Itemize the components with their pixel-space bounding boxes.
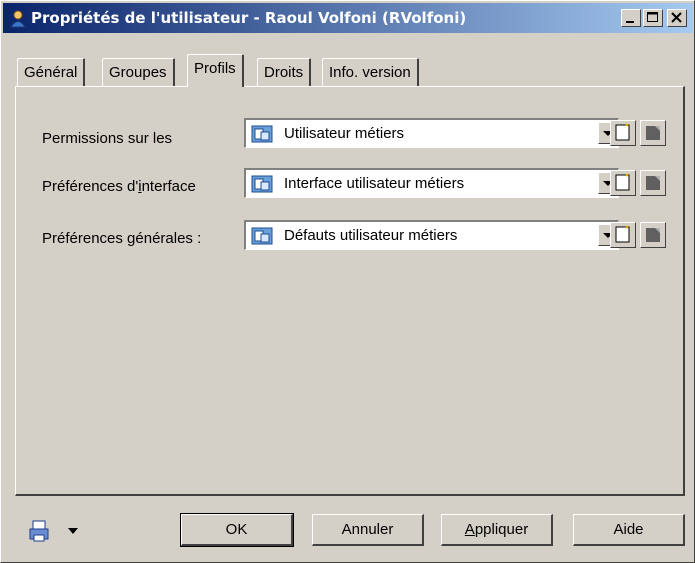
apply-accel: A (464, 521, 475, 538)
window-title: Propriétés de l'utilisateur - Raoul Volf… (31, 9, 467, 27)
title-bar[interactable]: Propriétés de l'utilisateur - Raoul Volf… (3, 3, 693, 33)
apply-label: ppliquer (474, 521, 529, 538)
profile-icon (251, 227, 273, 245)
ok-button[interactable]: OK (180, 513, 294, 547)
tab-general[interactable]: Général (17, 58, 86, 86)
properties-dialog: Propriétés de l'utilisateur - Raoul Volf… (0, 0, 695, 563)
profils-panel: Permissions sur les Utilisateur métiers (15, 86, 685, 496)
interface-label: Préférences d'interface (42, 178, 196, 195)
properties-icon (646, 176, 660, 190)
generales-label-part: énérales : (135, 230, 202, 247)
cancel-button[interactable]: Annuler (312, 514, 424, 546)
apply-button[interactable]: Appliquer (441, 514, 553, 546)
generales-select[interactable]: Défauts utilisateur métiers (244, 220, 619, 250)
new-permissions-button[interactable] (610, 120, 636, 146)
interface-value: Interface utilisateur métiers (284, 175, 465, 192)
dropdown-arrow-icon[interactable] (67, 527, 79, 535)
maximize-button[interactable] (643, 9, 663, 27)
tab-profils[interactable]: Profils (187, 54, 244, 87)
interface-properties-button[interactable] (640, 170, 666, 196)
print-menu-icon[interactable] (27, 519, 51, 543)
generales-properties-button[interactable] (640, 222, 666, 248)
generales-label: Préférences générales : (42, 230, 201, 247)
permissions-properties-button[interactable] (640, 120, 666, 146)
generales-label-part: Préférences (42, 230, 128, 247)
generales-value: Défauts utilisateur métiers (284, 227, 458, 244)
close-button[interactable] (667, 9, 687, 27)
user-icon (10, 10, 26, 28)
permissions-value: Utilisateur métiers (284, 125, 405, 142)
properties-icon (646, 228, 660, 242)
help-button[interactable]: Aide (573, 514, 685, 546)
new-document-icon (615, 123, 630, 141)
profile-icon (251, 125, 273, 143)
profile-icon (251, 175, 273, 193)
properties-icon (646, 126, 660, 140)
minimize-button[interactable] (621, 9, 641, 27)
tab-droits[interactable]: Droits (257, 58, 312, 86)
new-document-icon (615, 225, 630, 243)
new-generales-button[interactable] (610, 222, 636, 248)
interface-label-part: nterface (141, 178, 196, 195)
close-icon (671, 12, 682, 23)
maximize-icon (647, 12, 658, 22)
permissions-select[interactable]: Utilisateur métiers (244, 118, 619, 148)
permissions-label: Permissions sur les (42, 130, 173, 147)
printer-icon (29, 520, 49, 542)
new-interface-button[interactable] (610, 170, 636, 196)
interface-select[interactable]: Interface utilisateur métiers (244, 168, 619, 198)
new-document-icon (615, 173, 630, 191)
tab-groupes[interactable]: Groupes (102, 58, 175, 86)
minimize-icon (626, 21, 634, 23)
interface-label-part: Préférences d' (42, 178, 139, 195)
tab-info-version[interactable]: Info. version (322, 58, 419, 86)
